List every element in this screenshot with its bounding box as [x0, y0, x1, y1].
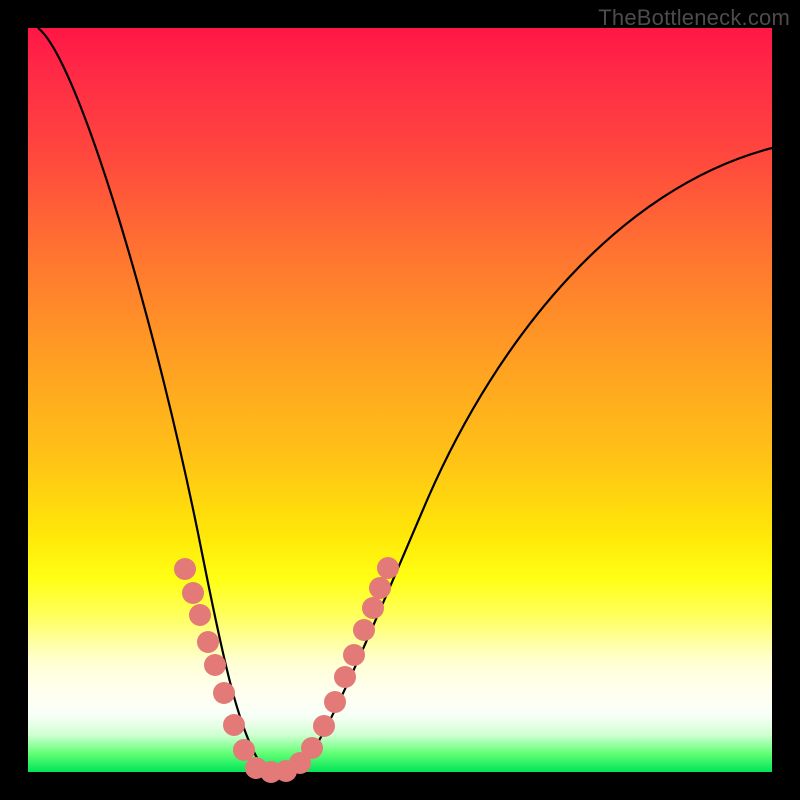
- curve-marker: [369, 577, 391, 599]
- curve-marker: [213, 682, 235, 704]
- curve-marker: [343, 644, 365, 666]
- watermark-text: TheBottleneck.com: [598, 5, 790, 31]
- curve-marker: [189, 604, 211, 626]
- curve-marker: [233, 739, 255, 761]
- chart-overlay: [28, 28, 772, 772]
- curve-marker: [223, 714, 245, 736]
- curve-marker: [334, 666, 356, 688]
- curve-marker: [313, 715, 335, 737]
- curve-marker: [362, 597, 384, 619]
- chart-frame: TheBottleneck.com: [0, 0, 800, 800]
- curve-marker: [182, 582, 204, 604]
- curve-marker: [301, 737, 323, 759]
- marker-group: [174, 557, 399, 783]
- curve-marker: [377, 557, 399, 579]
- curve-marker: [197, 631, 219, 653]
- curve-marker: [353, 619, 375, 641]
- bottleneck-curve: [38, 28, 772, 772]
- curve-marker: [324, 691, 346, 713]
- curve-marker: [174, 558, 196, 580]
- curve-marker: [204, 654, 226, 676]
